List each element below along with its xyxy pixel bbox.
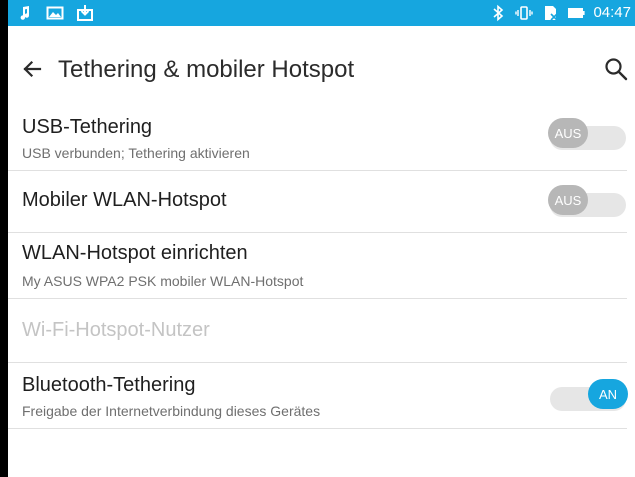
divider: [8, 428, 627, 429]
arrow-back-icon[interactable]: [18, 54, 48, 84]
wlan-hotspot-title: Mobiler WLAN-Hotspot: [22, 189, 227, 211]
battery-icon: [568, 8, 586, 18]
wlan-hotspot-setup-subtitle: My ASUS WPA2 PSK mobiler WLAN-Hotspot: [22, 273, 304, 289]
wlan-hotspot-toggle[interactable]: AUS: [548, 185, 628, 217]
status-time: 04:47: [593, 4, 631, 21]
bluetooth-tethering-subtitle: Freigabe der Internetverbindung dieses G…: [22, 403, 321, 419]
bluetooth-tethering-title: Bluetooth-Tethering: [22, 374, 196, 396]
toggle-knob: AN: [588, 379, 628, 409]
vibrate-icon: [515, 6, 534, 20]
app-bar: Tethering & mobiler Hotspot: [8, 26, 635, 110]
hotspot-users-title: Wi-Fi-Hotspot-Nutzer: [22, 319, 210, 341]
music-note-icon: [20, 6, 30, 20]
wlan-hotspot-row[interactable]: Mobiler WLAN-Hotspot AUS: [8, 171, 630, 231]
bluetooth-icon: [493, 4, 504, 22]
usb-tethering-row[interactable]: USB-Tethering USB verbunden; Tethering a…: [8, 110, 630, 170]
image-icon: [46, 6, 64, 20]
wlan-hotspot-setup-row[interactable]: WLAN-Hotspot einrichten My ASUS WPA2 PSK…: [8, 233, 630, 297]
page-title: Tethering & mobiler Hotspot: [58, 56, 355, 83]
usb-tethering-toggle[interactable]: AUS: [548, 118, 628, 150]
bluetooth-tethering-toggle[interactable]: AN: [548, 379, 628, 411]
wlan-hotspot-setup-title: WLAN-Hotspot einrichten: [22, 242, 248, 264]
download-box-icon: [77, 5, 93, 21]
toggle-knob: AUS: [548, 118, 588, 148]
screen-edge: [0, 0, 8, 477]
usb-tethering-subtitle: USB verbunden; Tethering aktivieren: [22, 145, 250, 161]
bluetooth-tethering-row[interactable]: Bluetooth-Tethering Freigabe der Interne…: [8, 363, 630, 427]
search-icon[interactable]: [601, 54, 631, 84]
usb-tethering-title: USB-Tethering: [22, 116, 153, 138]
sim-icon: [545, 6, 559, 21]
toggle-knob: AUS: [548, 185, 588, 215]
status-bar: 04:47: [8, 0, 635, 26]
hotspot-users-row: Wi-Fi-Hotspot-Nutzer: [8, 299, 630, 361]
